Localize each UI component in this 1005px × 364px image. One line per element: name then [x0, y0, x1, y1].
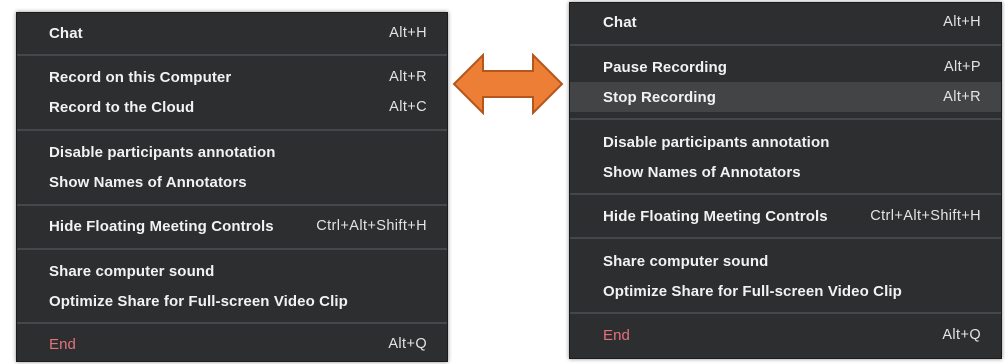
menu-item-label: Chat: [603, 13, 637, 31]
menu-separator: [17, 248, 447, 250]
menu-item-label: Chat: [49, 24, 83, 42]
menu-item-label: Hide Floating Meeting Controls: [603, 207, 828, 225]
menu-separator: [570, 237, 1001, 239]
menu-item-label: Show Names of Annotators: [603, 163, 801, 181]
menu-item-label: Share computer sound: [49, 262, 215, 280]
menu-separator: [17, 129, 447, 131]
menu-item-shortcut: Alt+P: [943, 59, 981, 75]
menu-item-hide-floating-controls[interactable]: Hide Floating Meeting Controls Ctrl+Alt+…: [17, 211, 447, 241]
menu-separator: [570, 193, 1001, 195]
menu-item-chat[interactable]: Chat Alt+H: [570, 7, 1001, 37]
menu-item-end[interactable]: End Alt+Q: [17, 329, 447, 359]
comparison-page: Chat Alt+H Record on this Computer Alt+R…: [0, 0, 1005, 364]
menu-item-shortcut: Alt+Q: [388, 336, 427, 352]
menu-item-label: End: [603, 326, 630, 344]
menu-item-disable-annotation[interactable]: Disable participants annotation: [17, 137, 447, 167]
menu-item-shortcut: Alt+H: [943, 14, 981, 30]
menu-item-label: Hide Floating Meeting Controls: [49, 217, 274, 235]
double-headed-arrow-icon: [452, 53, 564, 115]
menu-separator: [17, 322, 447, 324]
menu-separator: [570, 118, 1001, 120]
menu-item-label: Optimize Share for Full-screen Video Cli…: [49, 292, 348, 310]
menu-item-shortcut: Alt+C: [389, 99, 427, 115]
menu-item-label: Record on this Computer: [49, 68, 232, 86]
menu-item-record-to-cloud[interactable]: Record to the Cloud Alt+C: [17, 92, 447, 122]
menu-separator: [17, 54, 447, 56]
menu-item-disable-annotation[interactable]: Disable participants annotation: [570, 127, 1001, 157]
menu-item-hide-floating-controls[interactable]: Hide Floating Meeting Controls Ctrl+Alt+…: [570, 201, 1001, 231]
menu-item-share-computer-sound[interactable]: Share computer sound: [570, 246, 1001, 276]
menu-item-label: Record to the Cloud: [49, 98, 195, 116]
menu-item-label: Disable participants annotation: [603, 133, 830, 151]
menu-item-end[interactable]: End Alt+Q: [570, 320, 1001, 350]
menu-item-stop-recording[interactable]: Stop Recording Alt+R: [570, 82, 1001, 112]
meeting-context-menu-before: Chat Alt+H Record on this Computer Alt+R…: [16, 12, 448, 362]
menu-item-shortcut: Ctrl+Alt+Shift+H: [316, 218, 427, 234]
menu-item-label: End: [49, 335, 76, 353]
menu-item-chat[interactable]: Chat Alt+H: [17, 18, 447, 48]
menu-item-shortcut: Ctrl+Alt+Shift+H: [870, 208, 981, 224]
menu-item-record-on-computer[interactable]: Record on this Computer Alt+R: [17, 62, 447, 92]
menu-item-share-computer-sound[interactable]: Share computer sound: [17, 256, 447, 286]
menu-item-label: Optimize Share for Full-screen Video Cli…: [603, 282, 902, 300]
menu-item-shortcut: Alt+H: [389, 25, 427, 41]
menu-item-optimize-share[interactable]: Optimize Share for Full-screen Video Cli…: [17, 286, 447, 316]
menu-item-label: Disable participants annotation: [49, 143, 276, 161]
menu-item-show-annotator-names[interactable]: Show Names of Annotators: [570, 157, 1001, 187]
menu-separator: [17, 204, 447, 206]
menu-separator: [570, 312, 1001, 314]
menu-item-shortcut: Alt+Q: [942, 327, 981, 343]
menu-item-label: Stop Recording: [603, 88, 717, 106]
menu-item-shortcut: Alt+R: [943, 89, 981, 105]
menu-item-show-annotator-names[interactable]: Show Names of Annotators: [17, 167, 447, 197]
meeting-context-menu-after: Chat Alt+H Pause Recording Alt+P Stop Re…: [569, 2, 1002, 359]
menu-item-label: Pause Recording: [603, 58, 728, 76]
menu-item-label: Share computer sound: [603, 252, 769, 270]
menu-separator: [570, 44, 1001, 46]
menu-item-label: Show Names of Annotators: [49, 173, 247, 191]
menu-item-pause-recording[interactable]: Pause Recording Alt+P: [570, 52, 1001, 82]
menu-item-optimize-share[interactable]: Optimize Share for Full-screen Video Cli…: [570, 276, 1001, 306]
menu-item-shortcut: Alt+R: [389, 69, 427, 85]
